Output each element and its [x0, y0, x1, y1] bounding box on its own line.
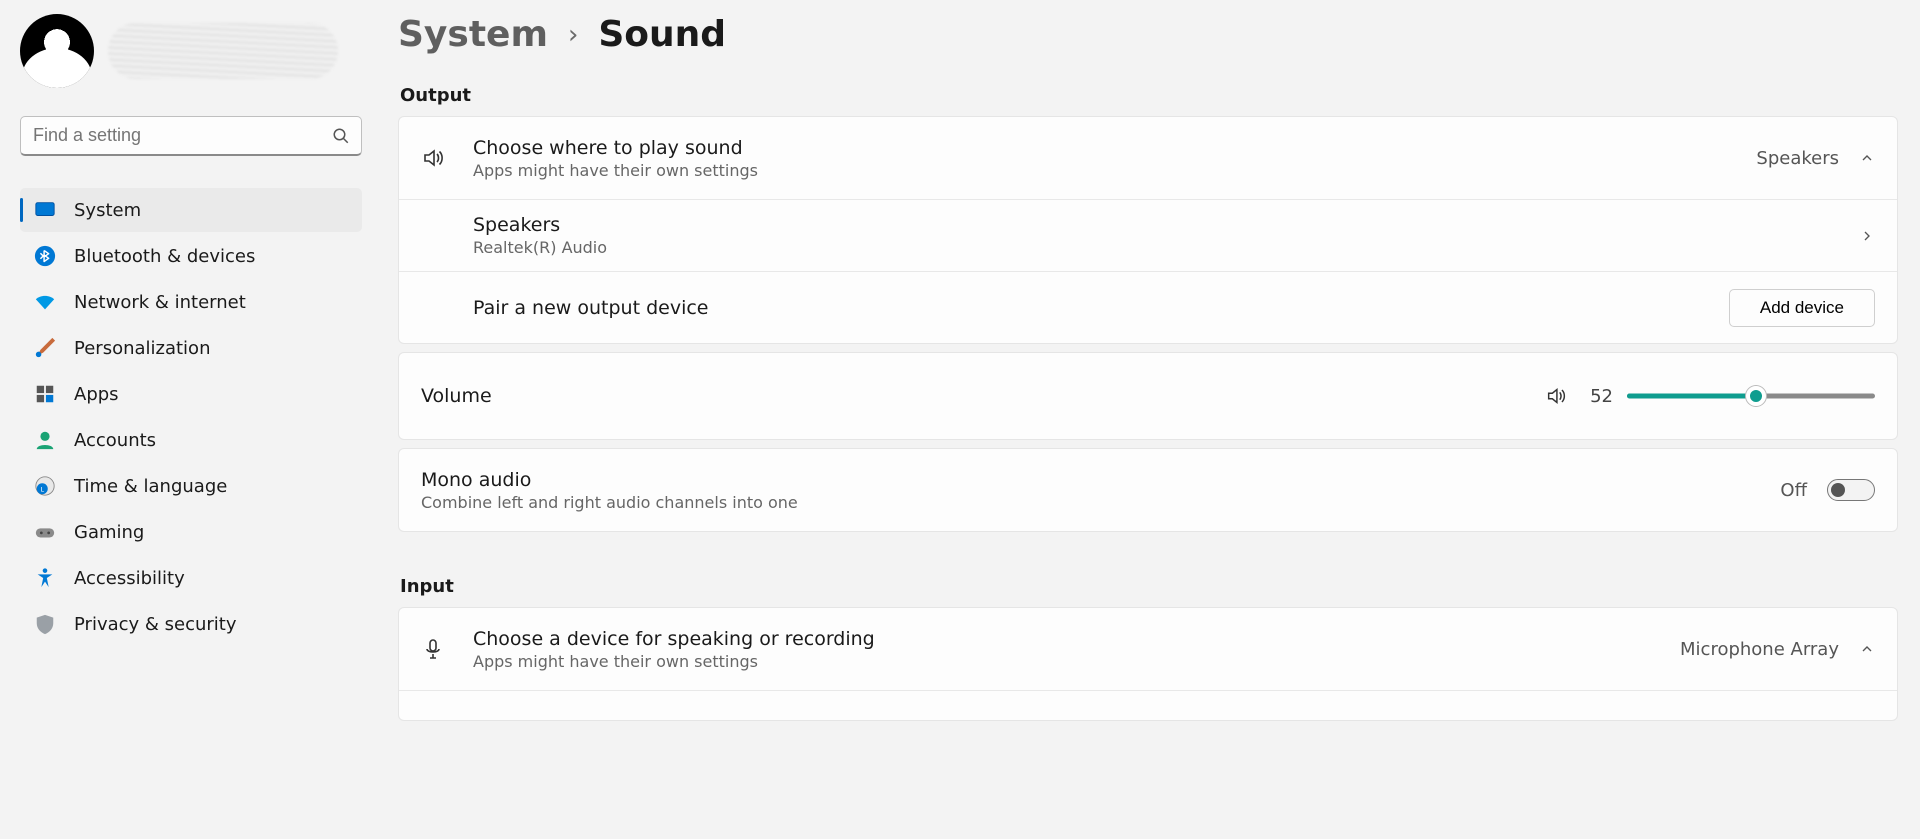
- nav-item-accessibility[interactable]: Accessibility: [20, 556, 362, 600]
- main-content: System › Sound Output Choose where to pl…: [380, 0, 1920, 839]
- user-name-redacted: [108, 23, 338, 79]
- row-title: Mono audio: [421, 469, 1780, 491]
- accessibility-icon: [34, 567, 56, 589]
- volume-icon[interactable]: [1545, 385, 1567, 407]
- volume-value: 52: [1581, 386, 1613, 407]
- nav-item-gaming[interactable]: Gaming: [20, 510, 362, 554]
- output-device-speakers[interactable]: Speakers Realtek(R) Audio: [399, 199, 1897, 271]
- pair-output-row: Pair a new output device Add device: [399, 271, 1897, 343]
- row-title: Volume: [421, 385, 1545, 407]
- volume-slider[interactable]: [1627, 386, 1875, 406]
- search-icon: [332, 127, 350, 145]
- row-subtitle: Apps might have their own settings: [473, 652, 1680, 671]
- gamepad-icon: [34, 521, 56, 543]
- breadcrumb: System › Sound: [398, 14, 1898, 55]
- avatar: [20, 14, 94, 88]
- nav-label: Personalization: [74, 338, 210, 359]
- output-device-group: Choose where to play sound Apps might ha…: [398, 116, 1898, 344]
- chevron-up-icon: [1859, 641, 1875, 657]
- search-field-wrap: [20, 116, 362, 156]
- speaker-icon: [421, 146, 445, 170]
- chevron-right-icon: ›: [568, 20, 578, 50]
- shield-icon: [34, 613, 56, 635]
- input-selected-value: Microphone Array: [1680, 639, 1839, 660]
- choose-input-row[interactable]: Choose a device for speaking or recordin…: [399, 608, 1897, 690]
- nav-item-time-language[interactable]: L Time & language: [20, 464, 362, 508]
- nav-label: System: [74, 200, 141, 221]
- volume-card: Volume 52: [398, 352, 1898, 440]
- sidebar: System Bluetooth & devices Network & int…: [0, 0, 380, 839]
- nav-label: Accessibility: [74, 568, 185, 589]
- nav-label: Apps: [74, 384, 119, 405]
- page-title: Sound: [598, 14, 726, 55]
- search-input[interactable]: [20, 116, 362, 156]
- choose-output-row[interactable]: Choose where to play sound Apps might ha…: [399, 117, 1897, 199]
- add-device-button[interactable]: Add device: [1729, 289, 1875, 327]
- microphone-icon: [421, 637, 445, 661]
- nav-label: Bluetooth & devices: [74, 246, 255, 267]
- person-icon: [34, 429, 56, 451]
- nav-list: System Bluetooth & devices Network & int…: [20, 188, 362, 646]
- input-device-partial[interactable]: [399, 690, 1897, 720]
- bluetooth-icon: [34, 245, 56, 267]
- nav-item-accounts[interactable]: Accounts: [20, 418, 362, 462]
- row-subtitle: Combine left and right audio channels in…: [421, 493, 1780, 512]
- user-account-block[interactable]: [20, 14, 362, 88]
- breadcrumb-parent[interactable]: System: [398, 14, 548, 55]
- nav-item-bluetooth[interactable]: Bluetooth & devices: [20, 234, 362, 278]
- nav-label: Gaming: [74, 522, 144, 543]
- wifi-icon: [34, 291, 56, 313]
- nav-label: Time & language: [74, 476, 227, 497]
- paintbrush-icon: [34, 337, 56, 359]
- nav-item-network[interactable]: Network & internet: [20, 280, 362, 324]
- nav-item-apps[interactable]: Apps: [20, 372, 362, 416]
- output-selected-value: Speakers: [1756, 148, 1839, 169]
- nav-item-privacy[interactable]: Privacy & security: [20, 602, 362, 646]
- chevron-up-icon: [1859, 150, 1875, 166]
- section-header-output: Output: [400, 85, 1898, 106]
- section-header-input: Input: [400, 576, 1898, 597]
- row-title: Pair a new output device: [473, 297, 1729, 319]
- mono-audio-toggle[interactable]: [1827, 479, 1875, 501]
- row-subtitle: Apps might have their own settings: [473, 161, 1756, 180]
- mono-state-label: Off: [1780, 480, 1807, 501]
- nav-item-personalization[interactable]: Personalization: [20, 326, 362, 370]
- row-title: Choose where to play sound: [473, 137, 1756, 159]
- mono-audio-row[interactable]: Mono audio Combine left and right audio …: [399, 449, 1897, 531]
- nav-label: Accounts: [74, 430, 156, 451]
- row-title: Choose a device for speaking or recordin…: [473, 628, 1680, 650]
- device-driver: Realtek(R) Audio: [473, 238, 1859, 257]
- display-icon: [34, 199, 56, 221]
- mono-audio-card: Mono audio Combine left and right audio …: [398, 448, 1898, 532]
- apps-icon: [34, 383, 56, 405]
- device-name: Speakers: [473, 214, 1859, 236]
- nav-label: Network & internet: [74, 292, 246, 313]
- nav-label: Privacy & security: [74, 614, 237, 635]
- chevron-right-icon: [1859, 228, 1875, 244]
- nav-item-system[interactable]: System: [20, 188, 362, 232]
- clock-globe-icon: L: [34, 475, 56, 497]
- svg-text:L: L: [40, 486, 44, 494]
- input-device-group: Choose a device for speaking or recordin…: [398, 607, 1898, 721]
- volume-row: Volume 52: [399, 353, 1897, 439]
